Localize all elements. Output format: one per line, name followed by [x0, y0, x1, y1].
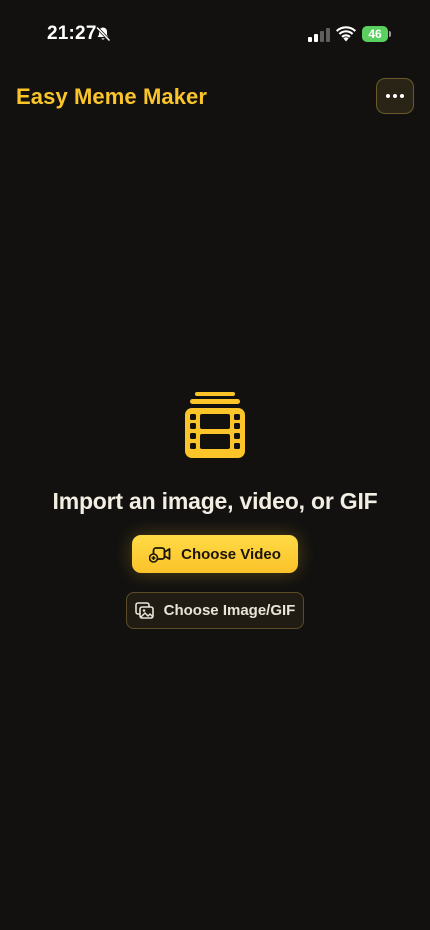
battery-charging-icon: 46 [362, 26, 392, 42]
choose-video-label: Choose Video [181, 545, 281, 563]
choose-image-gif-label: Choose Image/GIF [163, 602, 296, 619]
choose-image-gif-button[interactable]: Choose Image/GIF [126, 592, 304, 629]
status-bar: 21:27 46 [0, 0, 430, 60]
wifi-icon [336, 26, 356, 42]
cellular-signal-icon [308, 28, 330, 42]
battery-level: 46 [362, 26, 388, 42]
more-options-button[interactable] [376, 78, 414, 114]
ellipsis-icon [386, 94, 404, 98]
photo-stack-icon [134, 602, 154, 619]
app-screen: 21:27 46 Easy Meme Maker Import an image… [0, 0, 430, 930]
video-camera-add-icon [149, 547, 171, 563]
battery-tip [389, 31, 391, 37]
app-title: Easy Meme Maker [16, 84, 208, 109]
choose-video-button[interactable]: Choose Video [132, 535, 298, 573]
film-stack-icon [185, 392, 245, 458]
status-time: 21:27 [47, 23, 97, 44]
import-prompt: Import an image, video, or GIF [52, 488, 378, 514]
bell-slash-icon [95, 26, 111, 42]
